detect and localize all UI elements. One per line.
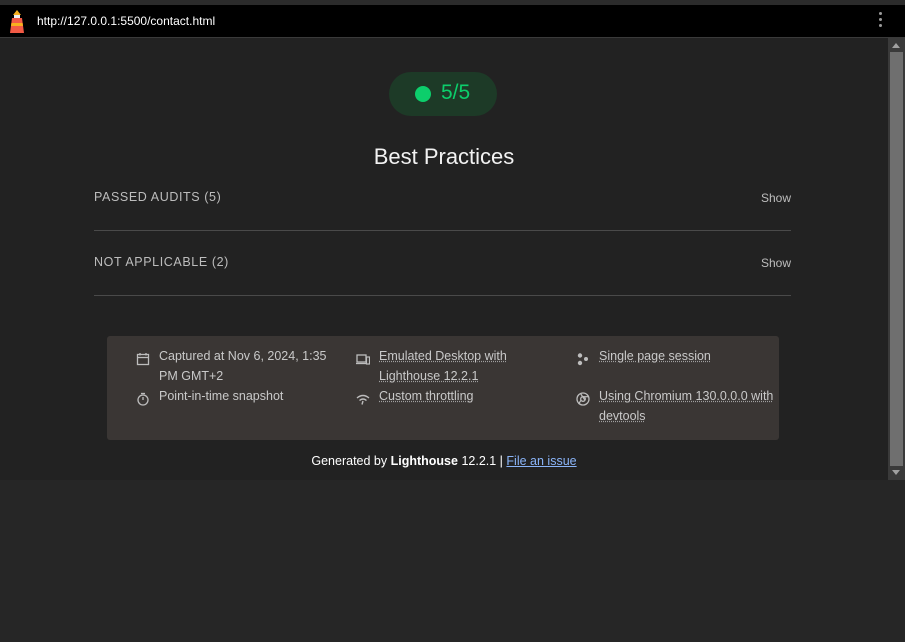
footer-brand: Lighthouse <box>390 454 458 468</box>
throttling-text[interactable]: Custom throttling <box>379 389 473 403</box>
show-passed-button[interactable]: Show <box>761 191 791 205</box>
footer-version: 12.2.1 | <box>461 454 503 468</box>
group-label: NOT APPLICABLE (2) <box>94 255 229 269</box>
throttling-link[interactable]: Custom throttling <box>379 386 559 406</box>
scroll-down-arrow-icon[interactable] <box>892 470 900 475</box>
url-bar: http://127.0.0.1:5500/contact.html <box>0 5 905 38</box>
not-applicable-group[interactable]: NOT APPLICABLE (2) Show <box>94 231 791 296</box>
kebab-menu-icon[interactable] <box>875 12 885 30</box>
session-text[interactable]: Single page session <box>599 349 711 363</box>
calendar-icon <box>136 352 150 366</box>
stopwatch-icon <box>136 392 150 406</box>
footer-prefix: Generated by <box>311 454 388 468</box>
emulated-device-link[interactable]: Emulated Desktop with Lighthouse 12.2.1 <box>379 346 559 386</box>
passed-audits-group[interactable]: PASSED AUDITS (5) Show <box>94 166 791 231</box>
chrome-icon <box>576 392 590 406</box>
empty-background <box>0 480 905 642</box>
runtime-settings: Captured at Nov 6, 2024, 1:35 PM GMT+2 P… <box>107 336 779 440</box>
chromium-link[interactable]: Using Chromium 130.0.0.0 with devtools <box>599 386 774 426</box>
wifi-icon <box>356 392 370 406</box>
pass-dot-icon <box>415 86 431 102</box>
chromium-text[interactable]: Using Chromium 130.0.0.0 with devtools <box>599 389 773 423</box>
scrollbar-thumb[interactable] <box>890 52 903 466</box>
score-gauge: 5/5 <box>389 72 497 116</box>
group-label: PASSED AUDITS (5) <box>94 190 222 204</box>
emulated-device-text[interactable]: Emulated Desktop with Lighthouse 12.2.1 <box>379 349 507 383</box>
captured-at-text: Captured at Nov 6, 2024, 1:35 PM GMT+2 <box>159 349 327 383</box>
file-issue-link[interactable]: File an issue <box>506 454 576 468</box>
lighthouse-logo-icon <box>7 9 27 34</box>
gauge-score: 5/5 <box>441 81 471 104</box>
report-footer: Generated by Lighthouse 12.2.1 | File an… <box>0 454 888 468</box>
devices-icon <box>356 352 371 366</box>
report-viewport: 5/5 Best Practices PASSED AUDITS (5) Sho… <box>0 38 905 480</box>
vertical-scrollbar[interactable] <box>888 38 905 480</box>
page-url[interactable]: http://127.0.0.1:5500/contact.html <box>37 14 215 28</box>
users-icon <box>576 352 590 366</box>
session-link[interactable]: Single page session <box>599 346 774 366</box>
show-not-applicable-button[interactable]: Show <box>761 256 791 270</box>
scroll-up-arrow-icon[interactable] <box>892 43 900 48</box>
snapshot-mode-text: Point-in-time snapshot <box>159 389 284 403</box>
